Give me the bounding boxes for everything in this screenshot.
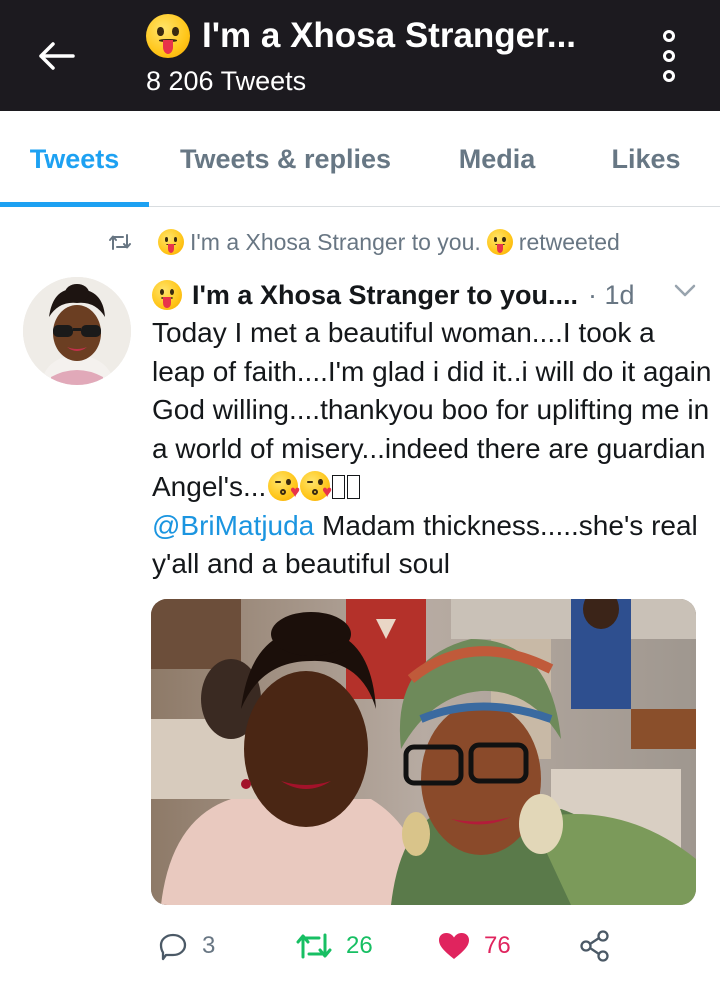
more-options-button[interactable] [654,30,684,82]
reply-count: 3 [202,932,216,959]
missing-glyph-icon [332,475,346,499]
tweet-photo[interactable] [151,599,696,905]
avatar-image [23,277,131,385]
profile-title: I'm a Xhosa Stranger... [146,14,626,58]
chevron-down-icon[interactable] [674,284,696,298]
profile-name: I'm a Xhosa Stranger... [202,16,577,55]
retweeted-label: retweeted [518,228,620,255]
kiss-emoji-icon: ♥ [268,471,300,501]
tweet-text-main: Today I met a beautiful woman....I took … [152,317,712,502]
like-button[interactable]: 76 [438,922,511,970]
retweet-button[interactable]: 26 [296,922,373,970]
tab-likes[interactable]: Likes [572,111,720,207]
retweet-icon [296,933,332,959]
kiss-emoji-icon: ♥ [300,471,332,501]
like-count: 76 [484,932,511,959]
tweet-text: Today I met a beautiful woman....I took … [152,314,712,584]
reply-button[interactable]: 3 [158,922,215,970]
tongue-emoji-icon [158,229,184,255]
share-icon [580,930,609,962]
arrow-left-icon [39,42,75,70]
tweet-header: I'm a Xhosa Stranger to you.... · 1d [152,276,702,314]
share-button[interactable] [580,922,610,970]
profile-tabs: Tweets Tweets & replies Media Likes [0,111,720,207]
retweet-context[interactable]: I'm a Xhosa Stranger to you. retweeted [108,225,620,259]
tab-tweets[interactable]: Tweets [0,111,149,207]
tab-tweets-replies[interactable]: Tweets & replies [149,111,422,207]
retweeter-name: I'm a Xhosa Stranger to you. [190,228,481,255]
tongue-emoji-icon [152,280,182,310]
tongue-emoji-icon [146,14,190,58]
missing-glyph-icon [347,475,361,499]
tweet-actions: 3 26 76 [0,922,720,970]
back-button[interactable] [34,36,78,76]
tweet-count: 8 206 Tweets [146,66,307,96]
retweet-count: 26 [346,932,373,959]
tweet-author-name[interactable]: I'm a Xhosa Stranger to you.... [192,280,578,311]
avatar[interactable] [23,277,131,385]
tab-media[interactable]: Media [422,111,572,207]
app-header: I'm a Xhosa Stranger... 8 206 Tweets [0,0,720,111]
profile-header: I'm a Xhosa Stranger... 8 206 Tweets [146,14,626,97]
active-tab-indicator [0,202,149,207]
mention-link[interactable]: @BriMatjuda [152,510,314,541]
reply-icon [159,933,187,961]
more-vertical-icon [663,30,675,42]
tweet-timestamp[interactable]: · 1d [588,280,635,311]
retweet-icon [109,234,131,250]
tongue-emoji-icon [486,229,513,255]
heart-icon [439,933,469,959]
photo-image [151,599,696,905]
